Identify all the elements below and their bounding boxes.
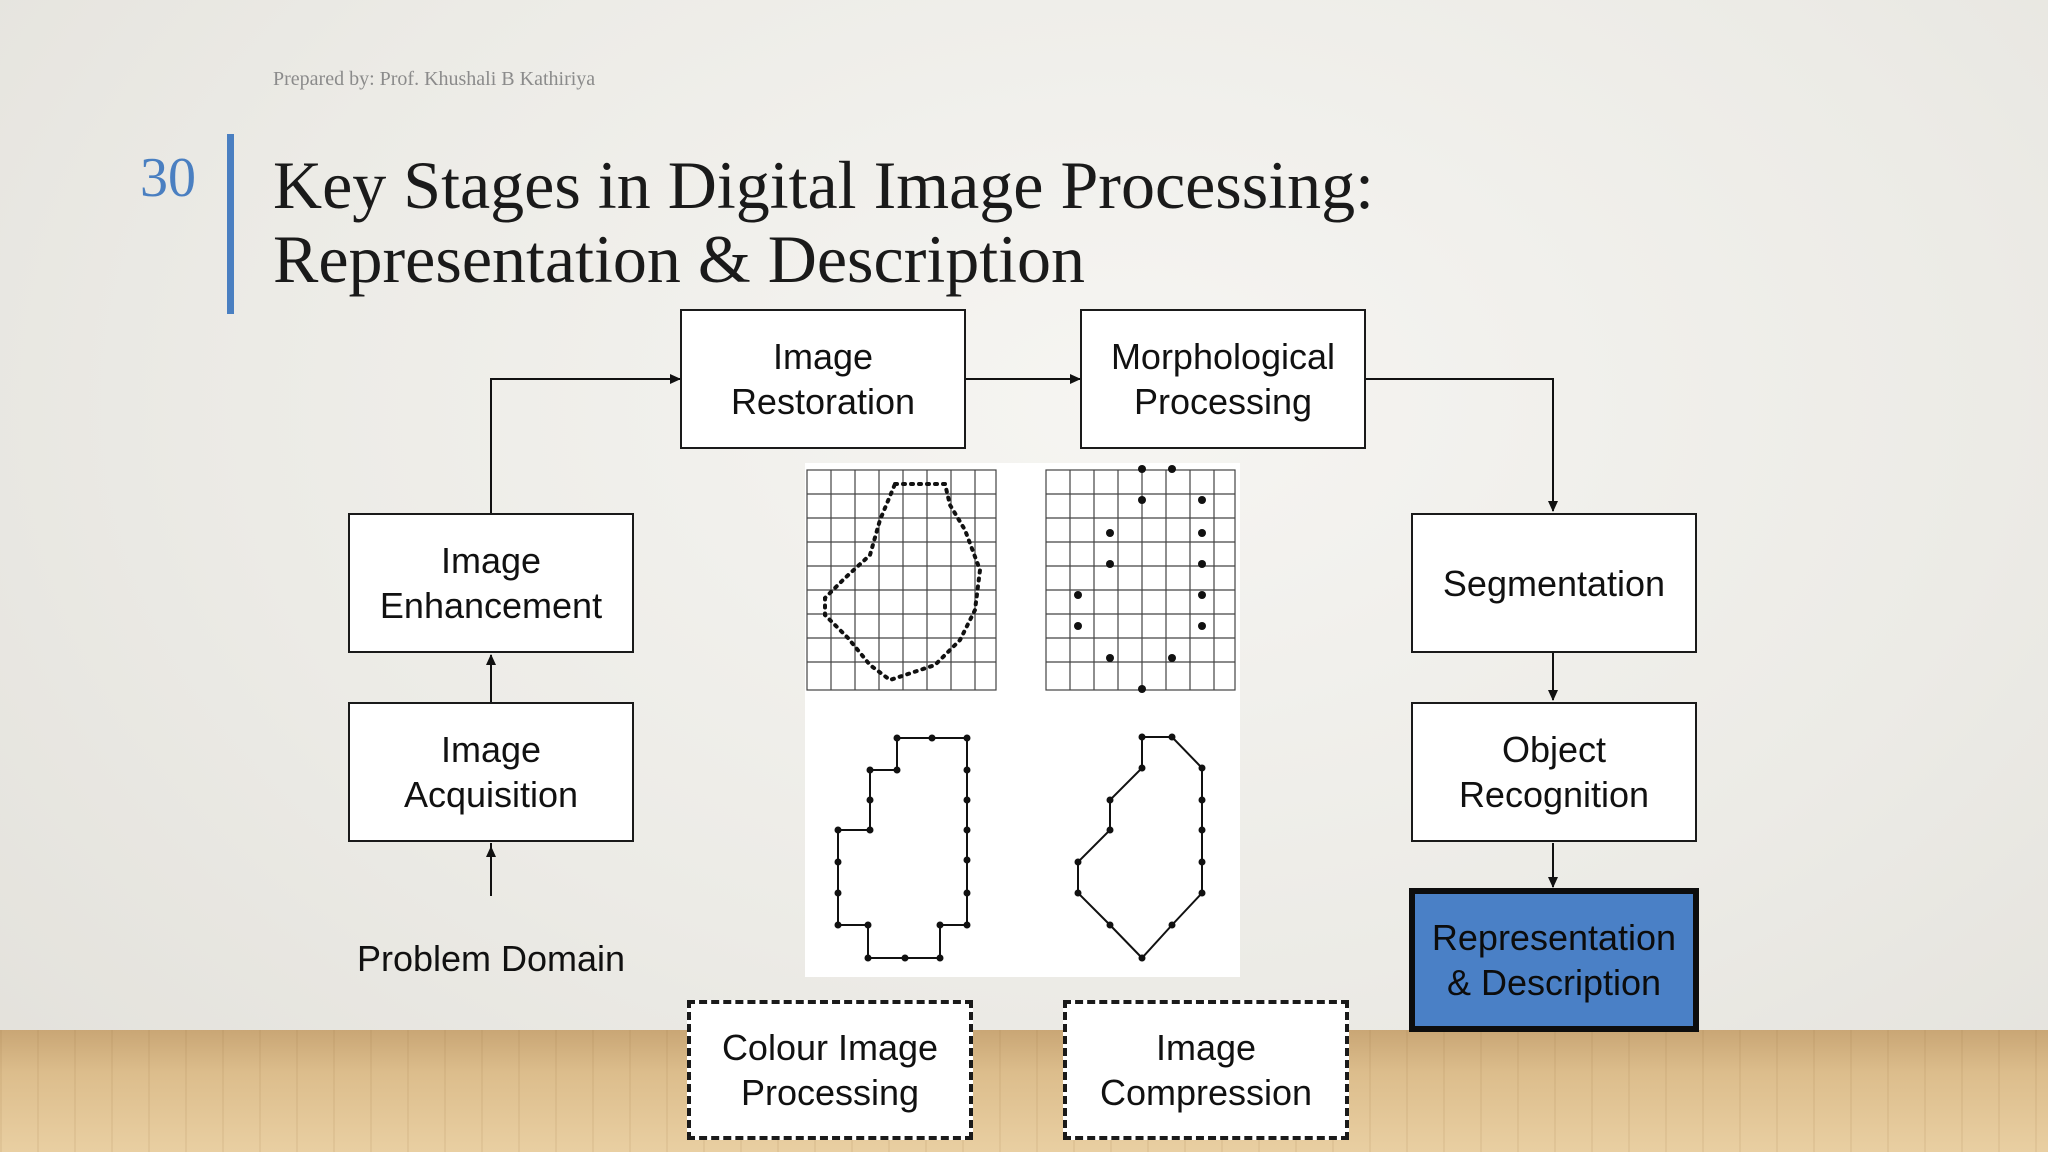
arrow-enhancement-to-restoration xyxy=(490,374,681,513)
image-compression-box: Image Compression xyxy=(1063,1000,1349,1140)
object-recognition-box: Object Recognition xyxy=(1411,702,1697,842)
representation-description-box: Representation & Description xyxy=(1409,888,1699,1032)
chain-code-4-illustration xyxy=(834,734,971,962)
problem-domain-label: Problem Domain xyxy=(356,938,626,979)
image-acquisition-box: Image Acquisition xyxy=(348,702,634,842)
connector-arrows xyxy=(490,374,1558,896)
segmentation-box: Segmentation xyxy=(1411,513,1697,653)
image-restoration-box: Image Restoration xyxy=(680,309,966,449)
chain-code-8-illustration xyxy=(1074,733,1206,962)
image-enhancement-box: Image Enhancement xyxy=(348,513,634,653)
colour-image-processing-box: Colour Image Processing xyxy=(687,1000,973,1140)
arrow-morphological-to-segmentation xyxy=(1365,378,1558,512)
morphological-processing-box: Morphological Processing xyxy=(1080,309,1366,449)
diagram-connectors xyxy=(0,374,1558,962)
boundary-grid-illustration xyxy=(806,469,997,691)
